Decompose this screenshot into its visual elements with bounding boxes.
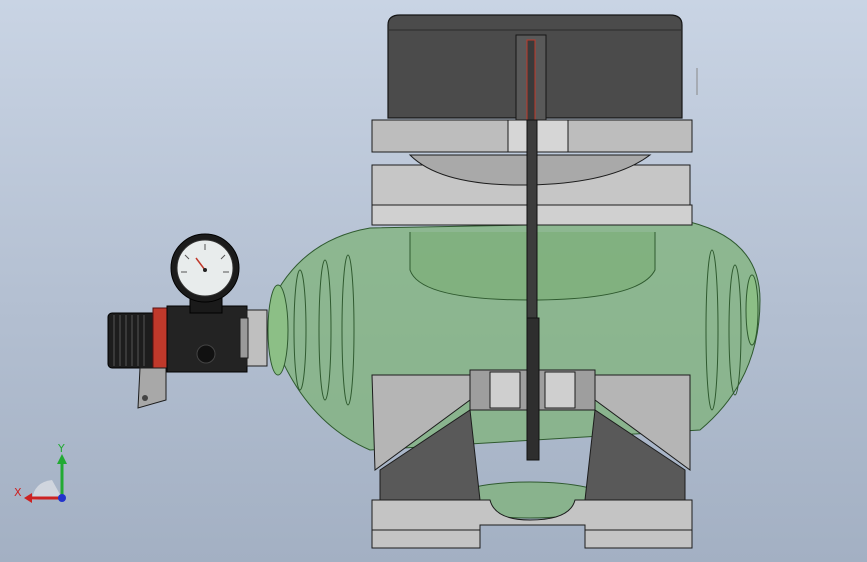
handle-housing[interactable] bbox=[387, 14, 698, 126]
x-axis-label: X bbox=[14, 486, 22, 499]
z-axis-icon bbox=[58, 494, 66, 502]
x-axis-arrow-icon bbox=[24, 493, 32, 503]
motor-shaft[interactable] bbox=[526, 119, 540, 461]
cad-viewport[interactable] bbox=[0, 0, 867, 562]
y-axis-arrow-icon bbox=[57, 454, 67, 464]
pressure-gauge[interactable] bbox=[170, 233, 240, 314]
y-axis-label: Y bbox=[57, 442, 65, 455]
axis-triad: Y X bbox=[14, 442, 67, 503]
regulator[interactable] bbox=[107, 305, 268, 373]
mounting-bracket[interactable] bbox=[137, 367, 167, 409]
